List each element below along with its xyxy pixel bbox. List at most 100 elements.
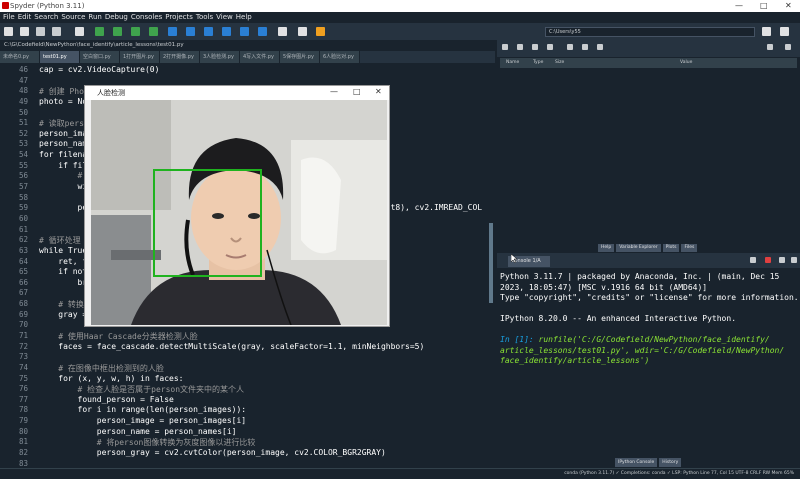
code-line[interactable]: # 检查人脸是否属于person文件夹中的某个人 <box>39 384 245 395</box>
editor-tab[interactable]: 3人脸检测.py <box>200 51 240 63</box>
camera-window-title: 人脸检测 <box>97 89 125 97</box>
python-path-icon[interactable] <box>316 27 325 36</box>
menu-item[interactable]: Projects <box>165 12 193 23</box>
code-line[interactable]: person_image = person_images[i] <box>39 416 246 425</box>
menu-item[interactable]: Debug <box>105 12 128 23</box>
code-line[interactable]: for i in range(len(person_images)): <box>39 405 247 414</box>
code-line[interactable]: ret, f <box>39 257 87 266</box>
import-data-icon[interactable] <box>502 44 508 50</box>
preferences-icon[interactable] <box>298 27 307 36</box>
editor-tab[interactable]: test01.py <box>40 51 80 63</box>
maximize-pane-icon[interactable] <box>278 27 287 36</box>
console-options-icon[interactable] <box>779 257 785 263</box>
code-line[interactable]: faces = face_cascade.detectMultiScale(gr… <box>39 342 424 351</box>
code-line[interactable]: # <box>39 171 83 180</box>
code-line[interactable]: if fil <box>39 161 87 170</box>
camera-maximize-icon[interactable]: □ <box>353 87 361 96</box>
code-line[interactable]: for (x, y, w, h) in faces: <box>39 374 183 383</box>
maximize-icon[interactable]: □ <box>760 0 768 12</box>
step-into-icon[interactable] <box>204 27 213 36</box>
run-icon[interactable] <box>95 27 104 36</box>
column-value[interactable]: Value <box>680 58 692 68</box>
code-line[interactable]: while True <box>39 246 87 255</box>
column-size[interactable]: Size <box>555 58 564 68</box>
menu-item[interactable]: Run <box>88 12 101 23</box>
code-line[interactable]: if not <box>39 267 87 276</box>
working-directory-field[interactable]: C:\Users\y55 <box>545 27 755 37</box>
refresh-icon[interactable] <box>597 44 603 50</box>
menu-item[interactable]: Consoles <box>131 12 162 23</box>
run-cell-icon[interactable] <box>113 27 122 36</box>
code-line[interactable]: wi <box>39 182 88 191</box>
code-line[interactable]: person_gray = cv2.cvtColor(person_image,… <box>39 448 386 457</box>
camera-window[interactable]: 人脸检测 — □ ✕ <box>84 85 390 327</box>
editor-tab[interactable]: 5保存图片.py <box>280 51 320 63</box>
code-line[interactable]: br <box>39 278 88 287</box>
camera-close-icon[interactable]: ✕ <box>375 87 382 96</box>
menu-item[interactable]: Source <box>61 12 85 23</box>
menu-item[interactable]: Tools <box>196 12 213 23</box>
scrollbar-thumb[interactable] <box>489 223 493 303</box>
console-menu-icon[interactable] <box>791 257 797 263</box>
new-project-icon[interactable] <box>75 27 84 36</box>
search-variables-icon[interactable] <box>567 44 573 50</box>
right-pane-tab[interactable]: Help <box>598 244 615 252</box>
debug-icon[interactable] <box>168 27 177 36</box>
minimize-icon[interactable]: — <box>735 0 743 12</box>
interrupt-icon[interactable] <box>765 257 771 263</box>
right-pane-tab[interactable]: Plots <box>662 244 680 252</box>
options-icon[interactable] <box>767 44 773 50</box>
pane-menu-icon[interactable] <box>785 44 791 50</box>
column-type[interactable]: Type <box>533 58 543 68</box>
right-pane-tab[interactable]: Variable Explorer <box>616 244 661 252</box>
console-stop-icon[interactable] <box>750 257 756 263</box>
code-line[interactable]: gray = <box>39 310 87 319</box>
save-all-icon[interactable] <box>52 27 61 36</box>
stop-debug-icon[interactable] <box>258 27 267 36</box>
code-line[interactable]: found_person = False <box>39 395 174 404</box>
menu-item[interactable]: Search <box>34 12 58 23</box>
editor-tab[interactable]: 2打开摄像.py <box>160 51 200 63</box>
step-icon[interactable] <box>186 27 195 36</box>
menu-item[interactable]: Edit <box>18 12 32 23</box>
editor-tab[interactable]: 未命名0.py <box>0 51 40 63</box>
save-data-as-icon[interactable] <box>532 44 538 50</box>
ipython-console[interactable]: Python 3.11.7 | packaged by Anaconda, In… <box>497 268 800 458</box>
line-number: 58 <box>18 192 28 202</box>
code-line[interactable]: # 转换 <box>39 299 84 310</box>
open-file-icon[interactable] <box>20 27 29 36</box>
step-return-icon[interactable] <box>222 27 231 36</box>
code-line[interactable]: # 将person图像转换为灰度图像以进行比较 <box>39 437 256 448</box>
camera-window-titlebar[interactable]: 人脸检测 <box>85 86 389 100</box>
code-line[interactable]: cap = cv2.VideoCapture(0) <box>39 65 159 74</box>
editor-tab[interactable]: 1打开图片.py <box>120 51 160 63</box>
bottom-pane-tab[interactable]: IPython Console <box>615 458 658 467</box>
new-file-icon[interactable] <box>4 27 13 36</box>
editor-tab[interactable]: 6人脸比对.py <box>320 51 360 63</box>
editor-tab[interactable]: 4写入文件.py <box>240 51 280 63</box>
browse-directory-icon[interactable] <box>762 27 771 36</box>
close-icon[interactable]: ✕ <box>785 0 792 12</box>
menu-item[interactable]: View <box>216 12 233 23</box>
run-cell-advance-icon[interactable] <box>131 27 140 36</box>
line-number: 73 <box>18 352 28 362</box>
parent-directory-icon[interactable] <box>780 27 789 36</box>
menu-item[interactable]: Help <box>236 12 252 23</box>
filter-icon[interactable] <box>582 44 588 50</box>
run-selection-icon[interactable] <box>149 27 158 36</box>
editor-tab[interactable]: 空白窗口.py <box>80 51 120 63</box>
code-line[interactable]: # 循环处理 <box>39 235 81 246</box>
right-pane-tab[interactable]: Files <box>681 244 698 252</box>
editor-scrollbar[interactable] <box>489 63 493 468</box>
code-line[interactable]: person_name = person_names[i] <box>39 427 237 436</box>
menu-item[interactable]: File <box>3 12 15 23</box>
save-icon[interactable] <box>36 27 45 36</box>
continue-icon[interactable] <box>240 27 249 36</box>
code-line[interactable]: # 使用Haar Cascade分类器检测人脸 <box>39 331 197 342</box>
remove-variables-icon[interactable] <box>547 44 553 50</box>
bottom-pane-tab[interactable]: History <box>659 458 682 467</box>
column-name[interactable]: Name <box>506 58 519 68</box>
camera-minimize-icon[interactable]: — <box>330 87 338 96</box>
code-line[interactable]: # 在图像中框出检测到的人脸 <box>39 363 164 374</box>
save-data-icon[interactable] <box>517 44 523 50</box>
